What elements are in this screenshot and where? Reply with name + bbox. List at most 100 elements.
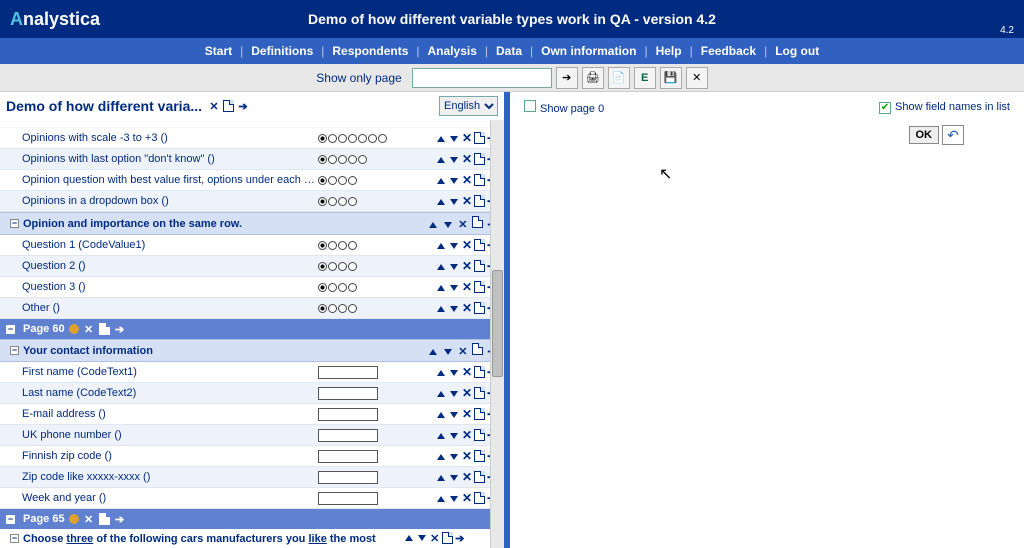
question-row[interactable]: Other ()✕➔ — [0, 298, 504, 319]
delete-icon[interactable]: ✕ — [461, 428, 473, 442]
move-up-icon[interactable] — [435, 491, 447, 505]
page-60-row[interactable]: − Page 60 ✕ ➔ — [0, 319, 504, 339]
move-up-icon[interactable] — [435, 470, 447, 484]
page-65-row[interactable]: − Page 65 ✕ ➔ — [0, 509, 504, 529]
menu-respondents[interactable]: Respondents — [328, 44, 412, 58]
delete-icon[interactable]: ✕ — [461, 470, 473, 484]
show-page-checkbox[interactable]: Show page 0 — [524, 100, 604, 115]
scrollbar-thumb[interactable] — [492, 270, 503, 377]
move-down-icon[interactable] — [448, 238, 460, 252]
question-row[interactable]: E-mail address ()✕➔ — [0, 404, 504, 425]
copy-icon[interactable] — [474, 387, 485, 399]
save-button[interactable]: 💾 — [660, 67, 682, 89]
new-page-icon[interactable] — [223, 100, 234, 112]
move-up-icon[interactable] — [435, 238, 447, 252]
delete-icon[interactable]: ✕ — [429, 532, 441, 545]
copy-icon[interactable] — [472, 216, 483, 228]
close-icon[interactable]: ✕ — [208, 100, 220, 113]
copy-icon[interactable] — [474, 132, 485, 144]
open-icon[interactable]: ➔ — [114, 513, 126, 526]
arrow-right-icon[interactable]: ➔ — [237, 100, 249, 113]
menu-own-info[interactable]: Own information — [537, 44, 640, 58]
move-down-icon[interactable] — [442, 346, 454, 358]
move-down-icon[interactable] — [448, 152, 460, 166]
delete-icon[interactable]: ✕ — [461, 131, 473, 145]
delete-icon[interactable]: ✕ — [461, 194, 473, 208]
delete-icon[interactable]: ✕ — [83, 323, 95, 336]
menu-logout[interactable]: Log out — [771, 44, 823, 58]
copy-icon[interactable] — [474, 450, 485, 462]
move-down-icon[interactable] — [442, 219, 454, 231]
print-button[interactable]: 🖨 — [582, 67, 604, 89]
scrollbar[interactable] — [490, 120, 504, 548]
open-icon[interactable]: ➔ — [454, 532, 466, 545]
move-down-icon[interactable] — [448, 407, 460, 421]
undo-button[interactable]: ↶ — [942, 125, 964, 145]
delete-icon[interactable]: ✕ — [83, 513, 95, 526]
menu-feedback[interactable]: Feedback — [697, 44, 760, 58]
move-down-icon[interactable] — [448, 131, 460, 145]
move-down-icon[interactable] — [448, 386, 460, 400]
question-row[interactable]: Finnish zip code ()✕➔ — [0, 446, 504, 467]
question-row[interactable]: Zip code like xxxxx-xxxx ()✕➔ — [0, 467, 504, 488]
move-down-icon[interactable] — [448, 173, 460, 187]
question-row[interactable]: Week and year ()✕➔ — [0, 488, 504, 509]
move-up-icon[interactable] — [435, 449, 447, 463]
move-down-icon[interactable] — [448, 365, 460, 379]
copy-icon[interactable] — [474, 366, 485, 378]
move-up-icon[interactable] — [435, 152, 447, 166]
collapse-icon[interactable]: − — [6, 515, 15, 524]
menu-start[interactable]: Start — [201, 44, 236, 58]
copy-icon[interactable] — [474, 492, 485, 504]
open-icon[interactable]: ➔ — [114, 323, 126, 336]
move-up-icon[interactable] — [435, 259, 447, 273]
group-opinion-importance[interactable]: − Opinion and importance on the same row… — [0, 212, 504, 235]
copy-icon[interactable] — [474, 174, 485, 186]
go-button[interactable]: ➔ — [556, 67, 578, 89]
tools-button[interactable]: ✕ — [686, 67, 708, 89]
question-row[interactable]: Opinions in a dropdown box ()✕➔ — [0, 191, 504, 212]
move-up-icon[interactable] — [435, 280, 447, 294]
delete-icon[interactable]: ✕ — [457, 218, 469, 231]
collapse-icon[interactable]: − — [10, 534, 19, 543]
move-down-icon[interactable] — [448, 280, 460, 294]
delete-icon[interactable]: ✕ — [461, 407, 473, 421]
question-row[interactable]: Question 3 ()✕➔ — [0, 277, 504, 298]
delete-icon[interactable]: ✕ — [461, 386, 473, 400]
menu-data[interactable]: Data — [492, 44, 526, 58]
group-contact-info[interactable]: − Your contact information ✕ ➔ — [0, 339, 504, 362]
move-up-icon[interactable] — [427, 346, 439, 358]
question-row[interactable]: UK phone number ()✕➔ — [0, 425, 504, 446]
copy-icon[interactable] — [474, 239, 485, 251]
copy-icon[interactable] — [474, 281, 485, 293]
export-button[interactable]: 📄 — [608, 67, 630, 89]
move-down-icon[interactable] — [448, 428, 460, 442]
delete-icon[interactable]: ✕ — [461, 449, 473, 463]
delete-icon[interactable]: ✕ — [461, 259, 473, 273]
delete-icon[interactable]: ✕ — [457, 345, 469, 358]
move-up-icon[interactable] — [435, 386, 447, 400]
copy-icon[interactable] — [474, 260, 485, 272]
question-row[interactable]: Last name (CodeText2)✕➔ — [0, 383, 504, 404]
move-up-icon[interactable] — [435, 173, 447, 187]
delete-icon[interactable]: ✕ — [461, 173, 473, 187]
copy-icon[interactable] — [474, 471, 485, 483]
question-row[interactable]: Opinions with scale -3 to +3 ()✕➔ — [0, 128, 504, 149]
menu-definitions[interactable]: Definitions — [247, 44, 317, 58]
delete-icon[interactable]: ✕ — [461, 301, 473, 315]
copy-icon[interactable] — [474, 153, 485, 165]
menu-analysis[interactable]: Analysis — [424, 44, 481, 58]
move-up-icon[interactable] — [435, 428, 447, 442]
move-up-icon[interactable] — [435, 131, 447, 145]
show-field-names-checkbox[interactable]: ✔Show field names in list — [879, 101, 1010, 114]
group-cars[interactable]: − Choose three of the following cars man… — [0, 529, 504, 548]
move-down-icon[interactable] — [448, 259, 460, 273]
delete-icon[interactable]: ✕ — [461, 491, 473, 505]
copy-icon[interactable] — [99, 323, 110, 335]
move-up-icon[interactable] — [435, 407, 447, 421]
move-up-icon[interactable] — [403, 532, 415, 545]
collapse-icon[interactable]: − — [10, 346, 19, 355]
move-up-icon[interactable] — [435, 301, 447, 315]
ok-button[interactable]: OK — [909, 126, 940, 144]
question-row[interactable]: Opinion question with best value first, … — [0, 170, 504, 191]
